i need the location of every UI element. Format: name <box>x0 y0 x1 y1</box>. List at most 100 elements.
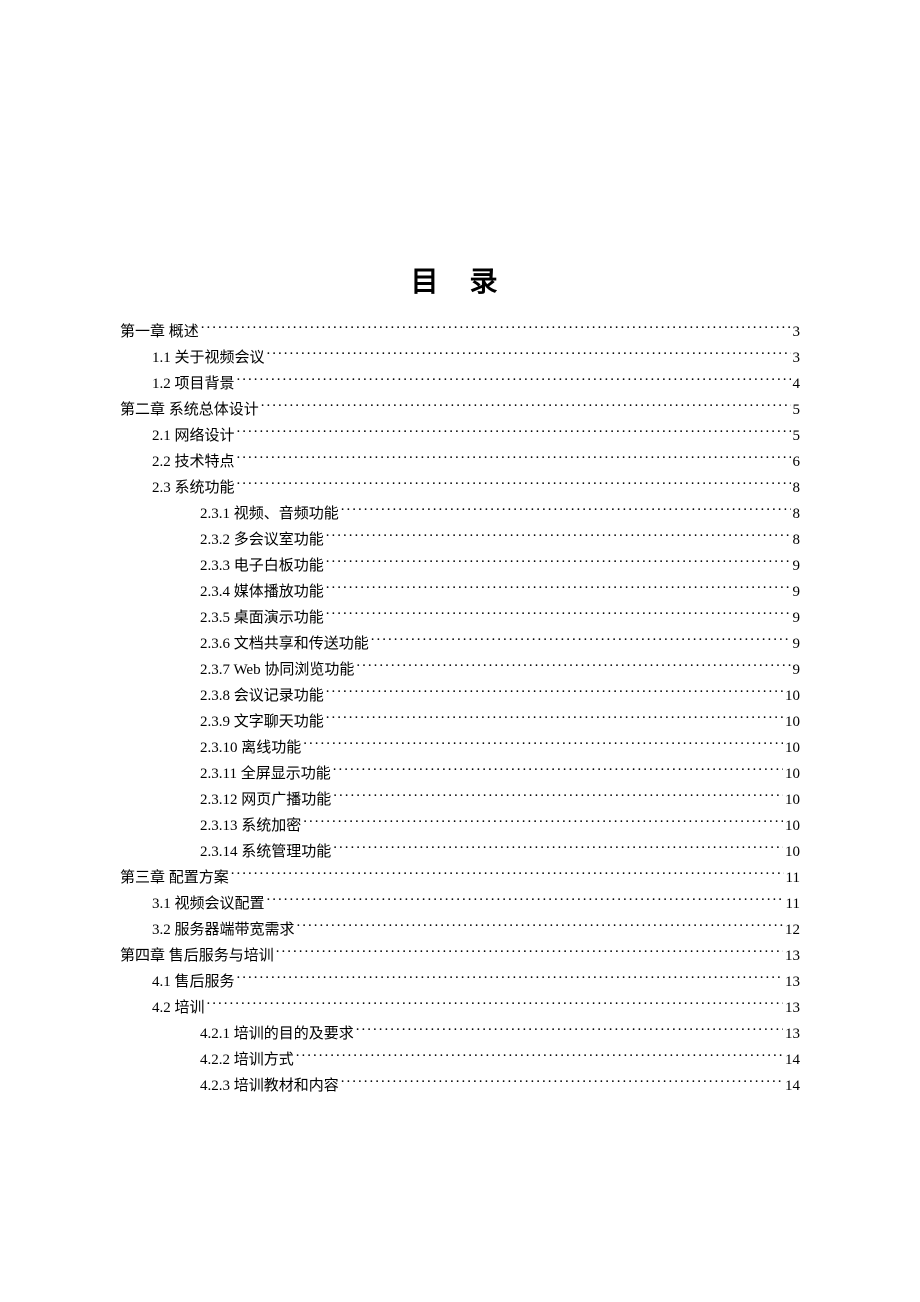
toc-entry: 2.3.5 桌面演示功能 9 <box>120 606 800 630</box>
toc-entry: 3.1 视频会议配置11 <box>120 892 800 916</box>
toc-entry-label: 2.3.13 系统加密 <box>200 814 301 838</box>
toc-entry-page: 10 <box>785 788 800 812</box>
toc-entry: 4.1 售后服务 13 <box>120 970 800 994</box>
toc-entry-label: 2.3.3 电子白板功能 <box>200 554 324 578</box>
toc-entry: 第三章 配置方案 11 <box>120 866 800 890</box>
toc-entry-page: 4 <box>793 372 801 396</box>
toc-entry-page: 13 <box>785 944 800 968</box>
toc-dot-leader <box>207 997 783 1012</box>
toc-entry: 2.3 系统功能 8 <box>120 476 800 500</box>
toc-entry-page: 10 <box>785 710 800 734</box>
toc-dot-leader <box>341 1075 783 1090</box>
toc-entry-page: 3 <box>793 320 801 344</box>
toc-entry-label: 3.2 服务器端带宽需求 <box>152 918 295 942</box>
toc-dot-leader <box>341 503 791 518</box>
toc-entry: 1.2 项目背景4 <box>120 372 800 396</box>
toc-dot-leader <box>237 451 791 466</box>
toc-dot-leader <box>326 555 791 570</box>
toc-dot-leader <box>326 685 783 700</box>
toc-entry: 2.3.8 会议记录功能10 <box>120 684 800 708</box>
toc-entry-page: 10 <box>785 814 800 838</box>
toc-entry: 2.3.14 系统管理功能10 <box>120 840 800 864</box>
toc-entry-page: 9 <box>793 658 801 682</box>
toc-entry-label: 2.3.1 视频、音频功能 <box>200 502 339 526</box>
toc-title: 目 录 <box>120 260 800 300</box>
toc-dot-leader <box>326 711 783 726</box>
toc-entry-page: 9 <box>793 606 801 630</box>
toc-entry-label: 2.3.6 文档共享和传送功能 <box>200 632 369 656</box>
toc-entry-label: 第三章 配置方案 <box>120 866 229 890</box>
toc-entry-page: 8 <box>793 528 801 552</box>
toc-entry-page: 13 <box>785 996 800 1020</box>
toc-entry-label: 2.3.12 网页广播功能 <box>200 788 331 812</box>
toc-entry-label: 2.3.4 媒体播放功能 <box>200 580 324 604</box>
toc-entry: 第二章 系统总体设计 5 <box>120 398 800 422</box>
toc-entry-label: 第二章 系统总体设计 <box>120 398 259 422</box>
toc-entry: 1.1 关于视频会议 3 <box>120 346 800 370</box>
toc-entry-label: 4.2.1 培训的目的及要求 <box>200 1022 354 1046</box>
toc-entry-page: 5 <box>793 398 801 422</box>
toc-entry-label: 2.3.5 桌面演示功能 <box>200 606 324 630</box>
toc-entry-label: 2.1 网络设计 <box>152 424 235 448</box>
toc-entry-label: 2.3.2 多会议室功能 <box>200 528 324 552</box>
document-page: 目 录 第一章 概述31.1 关于视频会议31.2 项目背景4第二章 系统总体设… <box>0 0 920 1098</box>
toc-entry-label: 2.3.10 离线功能 <box>200 736 301 760</box>
toc-dot-leader <box>296 1049 783 1064</box>
toc-dot-leader <box>231 867 784 882</box>
toc-entry: 2.3.4 媒体播放功能 9 <box>120 580 800 604</box>
toc-entry-label: 2.3.7 Web 协同浏览功能 <box>200 658 354 682</box>
toc-entry-page: 11 <box>786 892 800 916</box>
toc-entry: 2.3.13 系统加密 10 <box>120 814 800 838</box>
toc-entry: 2.3.2 多会议室功能 8 <box>120 528 800 552</box>
toc-entry-page: 9 <box>793 632 801 656</box>
toc-entry: 2.3.12 网页广播功能 10 <box>120 788 800 812</box>
toc-entry-page: 9 <box>793 554 801 578</box>
toc-entry: 2.1 网络设计 5 <box>120 424 800 448</box>
toc-entry: 3.2 服务器端带宽需求 12 <box>120 918 800 942</box>
toc-entry-page: 12 <box>785 918 800 942</box>
toc-dot-leader <box>276 945 783 960</box>
toc-entry-page: 11 <box>786 866 800 890</box>
toc-entry-label: 2.3.9 文字聊天功能 <box>200 710 324 734</box>
toc-entry: 2.3.6 文档共享和传送功能 9 <box>120 632 800 656</box>
toc-entry-label: 1.1 关于视频会议 <box>152 346 265 370</box>
toc-entry-label: 4.1 售后服务 <box>152 970 235 994</box>
toc-entry: 2.3.10 离线功能 10 <box>120 736 800 760</box>
toc-entry: 第四章 售后服务与培训13 <box>120 944 800 968</box>
toc-entry-page: 13 <box>785 970 800 994</box>
toc-dot-leader <box>267 893 784 908</box>
toc-dot-leader <box>237 971 783 986</box>
toc-dot-leader <box>297 919 783 934</box>
toc-entry-page: 10 <box>785 840 800 864</box>
toc-entry-page: 10 <box>785 736 800 760</box>
toc-dot-leader <box>237 425 791 440</box>
toc-dot-leader <box>356 659 790 674</box>
toc-entry-label: 4.2.3 培训教材和内容 <box>200 1074 339 1098</box>
toc-entry: 2.3.11 全屏显示功能10 <box>120 762 800 786</box>
toc-entry: 2.3.7 Web 协同浏览功能 9 <box>120 658 800 682</box>
toc-entry-label: 2.2 技术特点 <box>152 450 235 474</box>
toc-dot-leader <box>267 347 791 362</box>
toc-entry: 2.3.1 视频、音频功能 8 <box>120 502 800 526</box>
toc-dot-leader <box>326 607 791 622</box>
toc-dot-leader <box>326 581 791 596</box>
toc-entry-label: 第一章 概述 <box>120 320 199 344</box>
toc-dot-leader <box>333 841 783 856</box>
toc-entry-label: 4.2 培训 <box>152 996 205 1020</box>
toc-dot-leader <box>326 529 791 544</box>
toc-dot-leader <box>237 477 791 492</box>
toc-entry-page: 6 <box>793 450 801 474</box>
toc-entry-page: 8 <box>793 476 801 500</box>
toc-dot-leader <box>261 399 791 414</box>
toc-entry-page: 8 <box>793 502 801 526</box>
toc-dot-leader <box>201 321 791 336</box>
toc-dot-leader <box>371 633 791 648</box>
toc-entry-page: 10 <box>785 684 800 708</box>
toc-entry-page: 14 <box>785 1074 800 1098</box>
toc-entry-page: 3 <box>793 346 801 370</box>
toc-entry-page: 9 <box>793 580 801 604</box>
toc-entry-page: 5 <box>793 424 801 448</box>
toc-dot-leader <box>303 815 783 830</box>
toc-dot-leader <box>356 1023 783 1038</box>
toc-entry-label: 2.3 系统功能 <box>152 476 235 500</box>
